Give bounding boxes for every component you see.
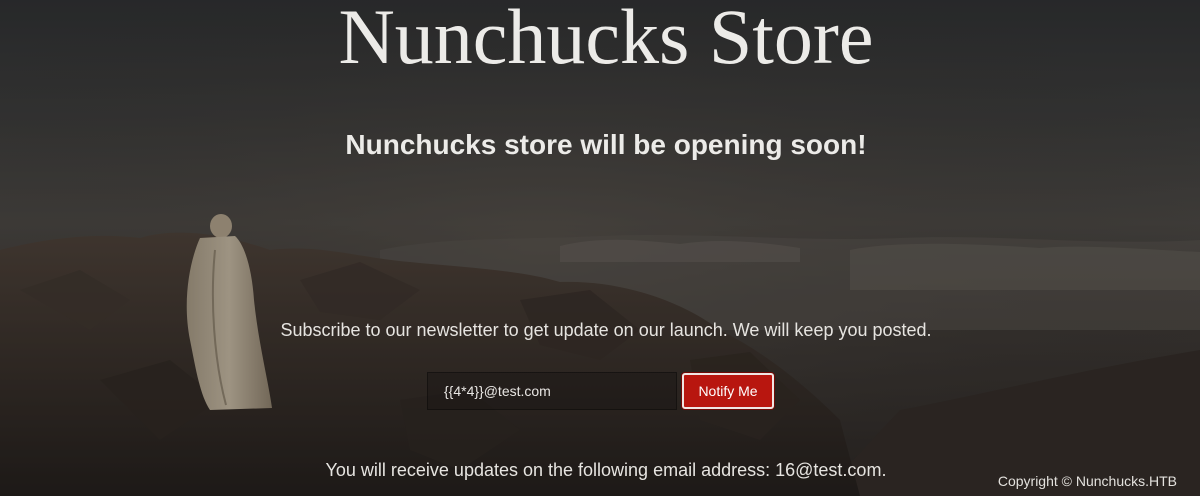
page-subtitle: Nunchucks store will be opening soon! bbox=[345, 129, 867, 160]
landing-content: Nunchucks Store Nunchucks store will be … bbox=[0, 0, 1200, 496]
newsletter-form: Notify Me bbox=[427, 372, 787, 410]
notify-me-button[interactable]: Notify Me bbox=[682, 373, 774, 409]
copyright-text: Copyright © Nunchucks.HTB bbox=[997, 473, 1177, 489]
email-input[interactable] bbox=[427, 372, 677, 410]
page-title: Nunchucks Store bbox=[338, 0, 874, 80]
newsletter-description: Subscribe to our newsletter to get updat… bbox=[280, 320, 932, 340]
